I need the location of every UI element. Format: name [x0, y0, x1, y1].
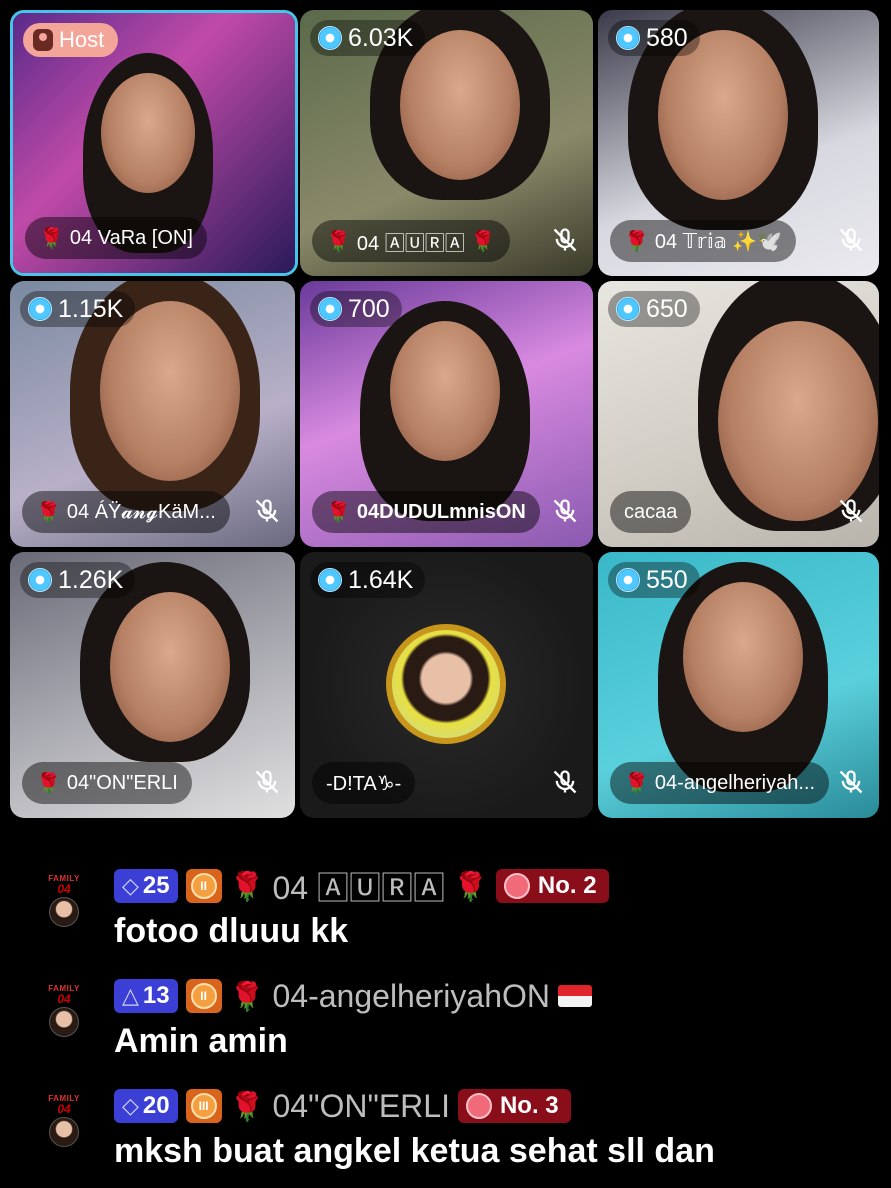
chat-username[interactable]: 04"ON"ERLI: [273, 1088, 450, 1125]
chat-username[interactable]: 04 🄰🅄🅁🄰: [273, 863, 446, 909]
mic-muted-icon: [553, 499, 577, 523]
gem-icon: [318, 297, 342, 321]
rose-icon: 🌹: [453, 870, 488, 902]
video-tile-angel[interactable]: 550 🌹 04-angelheriyah...: [598, 552, 879, 818]
fan-badge: II: [185, 979, 222, 1013]
mic-muted-icon: [255, 499, 279, 523]
avatar-photo: [49, 1007, 79, 1037]
indonesia-flag-icon: [558, 985, 592, 1007]
tile-name-label: 🌹 04 ÁŸ𝓪𝓷𝓰KäM...: [22, 491, 230, 533]
score-badge: 700: [310, 291, 402, 327]
avatar-photo: [49, 897, 79, 927]
rose-icon: 🌹: [624, 772, 649, 795]
mic-muted-icon: [255, 770, 279, 794]
medal-icon: [465, 1093, 492, 1119]
avatar-frame: [386, 624, 506, 744]
tile-name-label: 🌹 04DUDULmnisON: [312, 491, 540, 533]
score-badge: 1.26K: [20, 562, 136, 598]
score-badge: 550: [608, 562, 700, 598]
mic-muted-icon: [839, 770, 863, 794]
video-tile-tria[interactable]: 580 🌹 04 𝕋𝕣𝕚𝕒 ✨🕊️: [598, 10, 879, 276]
video-tile-dita[interactable]: 1.64K -D!TA♑-: [300, 552, 593, 818]
level-badge: △ 13: [114, 979, 178, 1013]
tile-name-label: 🌹 04 🄰🅄🅁🄰 🌹: [312, 220, 510, 262]
video-tile-erli[interactable]: 1.26K 🌹 04"ON"ERLI: [10, 552, 295, 818]
score-badge: 650: [608, 291, 700, 327]
gem-icon: [616, 568, 640, 592]
rose-icon: 🌹: [326, 501, 351, 524]
host-badge: Host: [23, 23, 119, 57]
video-tile-dudul[interactable]: 700 🌹 04DUDULmnisON: [300, 281, 593, 547]
host-icon: [33, 29, 53, 51]
diamond-icon: ◇: [122, 873, 139, 898]
rose-icon: 🌹: [36, 501, 61, 524]
gem-icon: [318, 568, 342, 592]
tile-name-label: -D!TA♑-: [312, 762, 416, 804]
rose-icon: 🌹: [229, 1090, 265, 1122]
score-badge: 580: [608, 20, 700, 56]
rose-icon: 🌹: [39, 227, 64, 250]
rose-icon: 🌹: [326, 230, 351, 253]
video-tile-host[interactable]: Host 🌹 04 VaRa [ON]: [10, 10, 298, 276]
mic-muted-icon: [553, 770, 577, 794]
video-tile-aura[interactable]: 6.03K 🌹 04 🄰🅄🅁🄰 🌹: [300, 10, 593, 276]
mic-muted-icon: [839, 228, 863, 252]
rank-badge: No. 3: [457, 1089, 571, 1123]
tile-name-label: 🌹 04 𝕋𝕣𝕚𝕒 ✨🕊️: [610, 220, 797, 262]
score-badge: 6.03K: [310, 20, 426, 56]
fan-badge: III: [185, 1089, 222, 1123]
triangle-icon: △: [122, 983, 139, 1008]
score-badge: 1.15K: [20, 291, 136, 327]
user-avatar[interactable]: FAMILY 04: [46, 984, 82, 1046]
mic-muted-icon: [553, 228, 577, 252]
chat-text: mksh buat angkel ketua sehat sll dan: [114, 1132, 715, 1170]
avatar-photo: [49, 1117, 79, 1147]
rose-icon: 🌹: [624, 230, 649, 253]
rose-icon: 🌹: [36, 772, 61, 795]
tile-name-label: 🌹 04"ON"ERLI: [22, 762, 192, 804]
rose-icon: 🌹: [470, 230, 496, 253]
score-badge: 1.64K: [310, 562, 426, 598]
chat-username[interactable]: 04-angelheriyahON: [273, 978, 551, 1015]
video-grid: Host 🌹 04 VaRa [ON] 6.03K 🌹 04 🄰🅄🅁🄰 🌹 58…: [0, 0, 891, 830]
diamond-icon: ◇: [122, 1093, 139, 1118]
user-avatar[interactable]: FAMILY 04: [46, 874, 82, 936]
tile-name-label: 🌹 04-angelheriyah...: [610, 762, 830, 804]
gem-icon: [28, 297, 52, 321]
tile-name-label: 🌹 04 VaRa [ON]: [25, 217, 207, 259]
user-avatar[interactable]: FAMILY 04: [46, 1094, 82, 1156]
level-badge: ◇ 20: [114, 1089, 178, 1123]
mic-muted-icon: [839, 499, 863, 523]
gem-icon: [616, 297, 640, 321]
chat-text: Amin amin: [114, 1022, 288, 1060]
tile-name-label: cacaa: [610, 491, 692, 533]
video-tile-cacaa[interactable]: 650 cacaa: [598, 281, 879, 547]
rose-icon: 🌹: [229, 870, 265, 902]
rank-badge: No. 2: [495, 869, 609, 903]
video-tile-ayang[interactable]: 1.15K 🌹 04 ÁŸ𝓪𝓷𝓰KäM...: [10, 281, 295, 547]
medal-icon: [503, 873, 530, 899]
rose-icon: 🌹: [229, 980, 265, 1012]
gem-icon: [318, 26, 342, 50]
level-badge: ◇ 25: [114, 869, 178, 903]
chat-text: fotoo dluuu kk: [114, 912, 349, 950]
fan-badge: II: [185, 869, 222, 903]
gem-icon: [616, 26, 640, 50]
gem-icon: [28, 568, 52, 592]
